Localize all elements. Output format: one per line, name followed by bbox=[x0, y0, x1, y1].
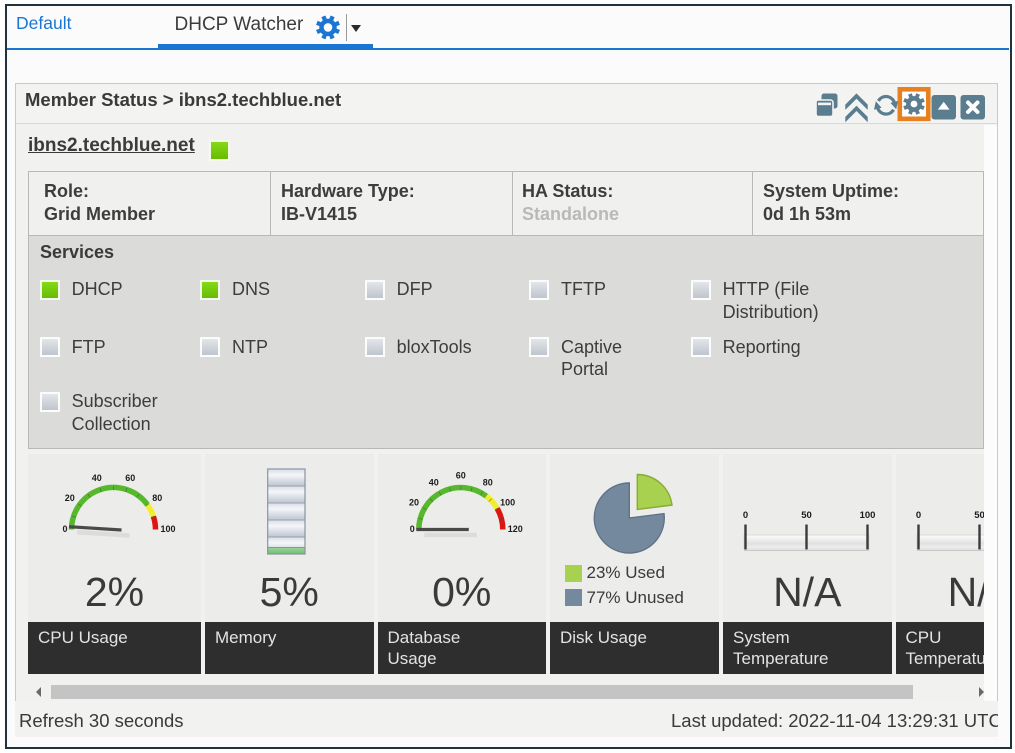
svg-text:50: 50 bbox=[974, 510, 984, 521]
svg-text:80: 80 bbox=[483, 478, 493, 488]
svg-text:0: 0 bbox=[916, 510, 921, 521]
svg-text:0: 0 bbox=[743, 510, 748, 521]
svg-text:120: 120 bbox=[508, 524, 523, 534]
svg-text:40: 40 bbox=[92, 473, 102, 483]
svg-text:100: 100 bbox=[161, 524, 176, 534]
svg-text:60: 60 bbox=[456, 471, 466, 481]
svg-text:20: 20 bbox=[409, 498, 419, 508]
svg-text:20: 20 bbox=[65, 493, 75, 503]
svg-text:0: 0 bbox=[410, 524, 415, 534]
svg-text:100: 100 bbox=[860, 510, 875, 521]
svg-text:40: 40 bbox=[429, 478, 439, 488]
svg-text:50: 50 bbox=[801, 510, 812, 521]
svg-text:0: 0 bbox=[62, 524, 67, 534]
svg-text:100: 100 bbox=[500, 498, 515, 508]
svg-text:80: 80 bbox=[152, 493, 162, 503]
svg-text:60: 60 bbox=[125, 473, 135, 483]
